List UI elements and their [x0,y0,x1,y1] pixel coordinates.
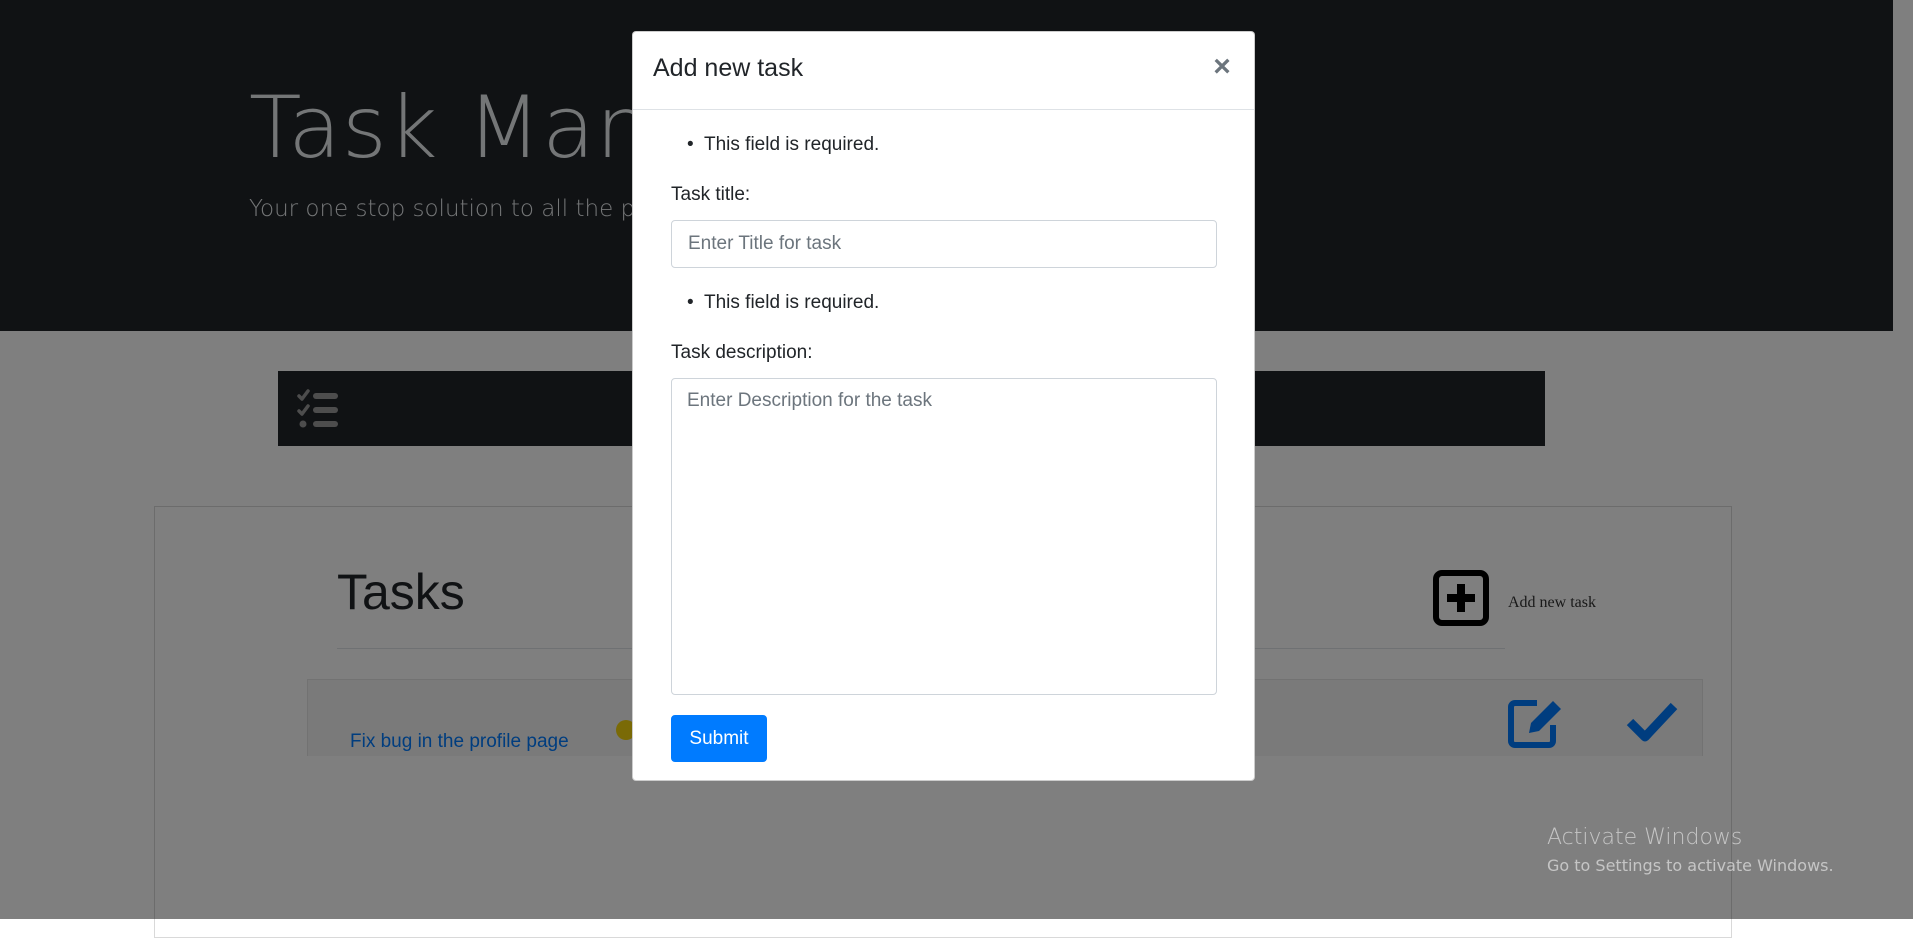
modal-header: Add new task × [633,32,1254,110]
bullet-icon: • [687,292,694,313]
watermark-title: Activate Windows [1547,825,1743,850]
task-title-label: Task title: [671,184,751,205]
task-title-input[interactable] [671,220,1217,268]
description-error: • This field is required. [687,292,880,314]
title-error-text: This field is required. [704,134,880,155]
windows-activation-watermark: Activate Windows Go to Settings to activ… [1547,825,1834,875]
task-description-input[interactable] [671,378,1217,695]
submit-button[interactable]: Submit [671,715,767,762]
bullet-icon: • [687,134,694,155]
close-icon[interactable]: × [1210,52,1234,82]
modal-title: Add new task [653,54,804,82]
add-task-modal: Add new task × • This field is required.… [632,31,1255,781]
description-error-text: This field is required. [704,292,880,313]
watermark-subtitle: Go to Settings to activate Windows. [1547,856,1834,875]
title-error: • This field is required. [687,134,880,156]
task-description-label: Task description: [671,342,813,363]
